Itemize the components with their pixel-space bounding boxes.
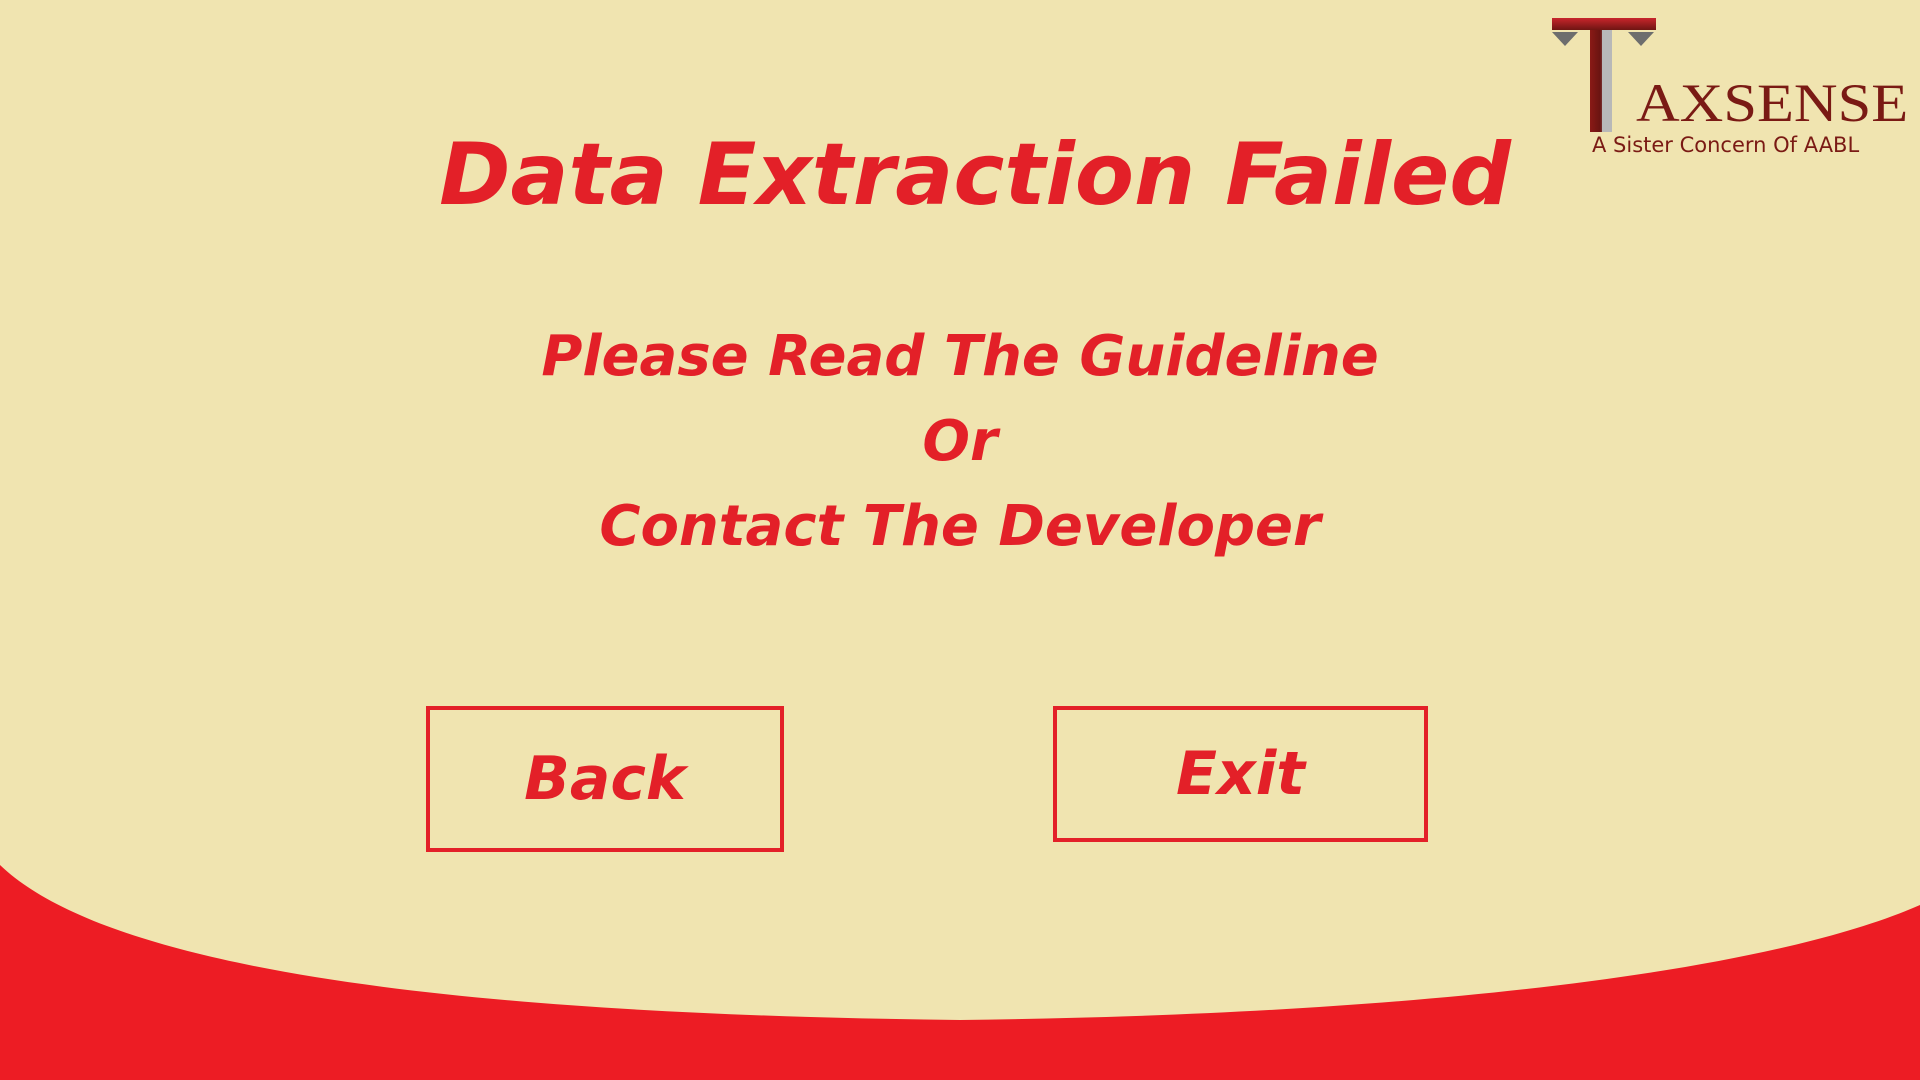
message-line-guideline: Please Read The Guideline [541, 324, 1379, 389]
message-line-contact: Contact The Developer [599, 494, 1321, 559]
back-button[interactable]: Back [426, 706, 784, 852]
page-title: Data Extraction Failed [439, 125, 1511, 225]
message-line-or: Or [922, 409, 998, 474]
exit-button[interactable]: Exit [1053, 706, 1428, 842]
